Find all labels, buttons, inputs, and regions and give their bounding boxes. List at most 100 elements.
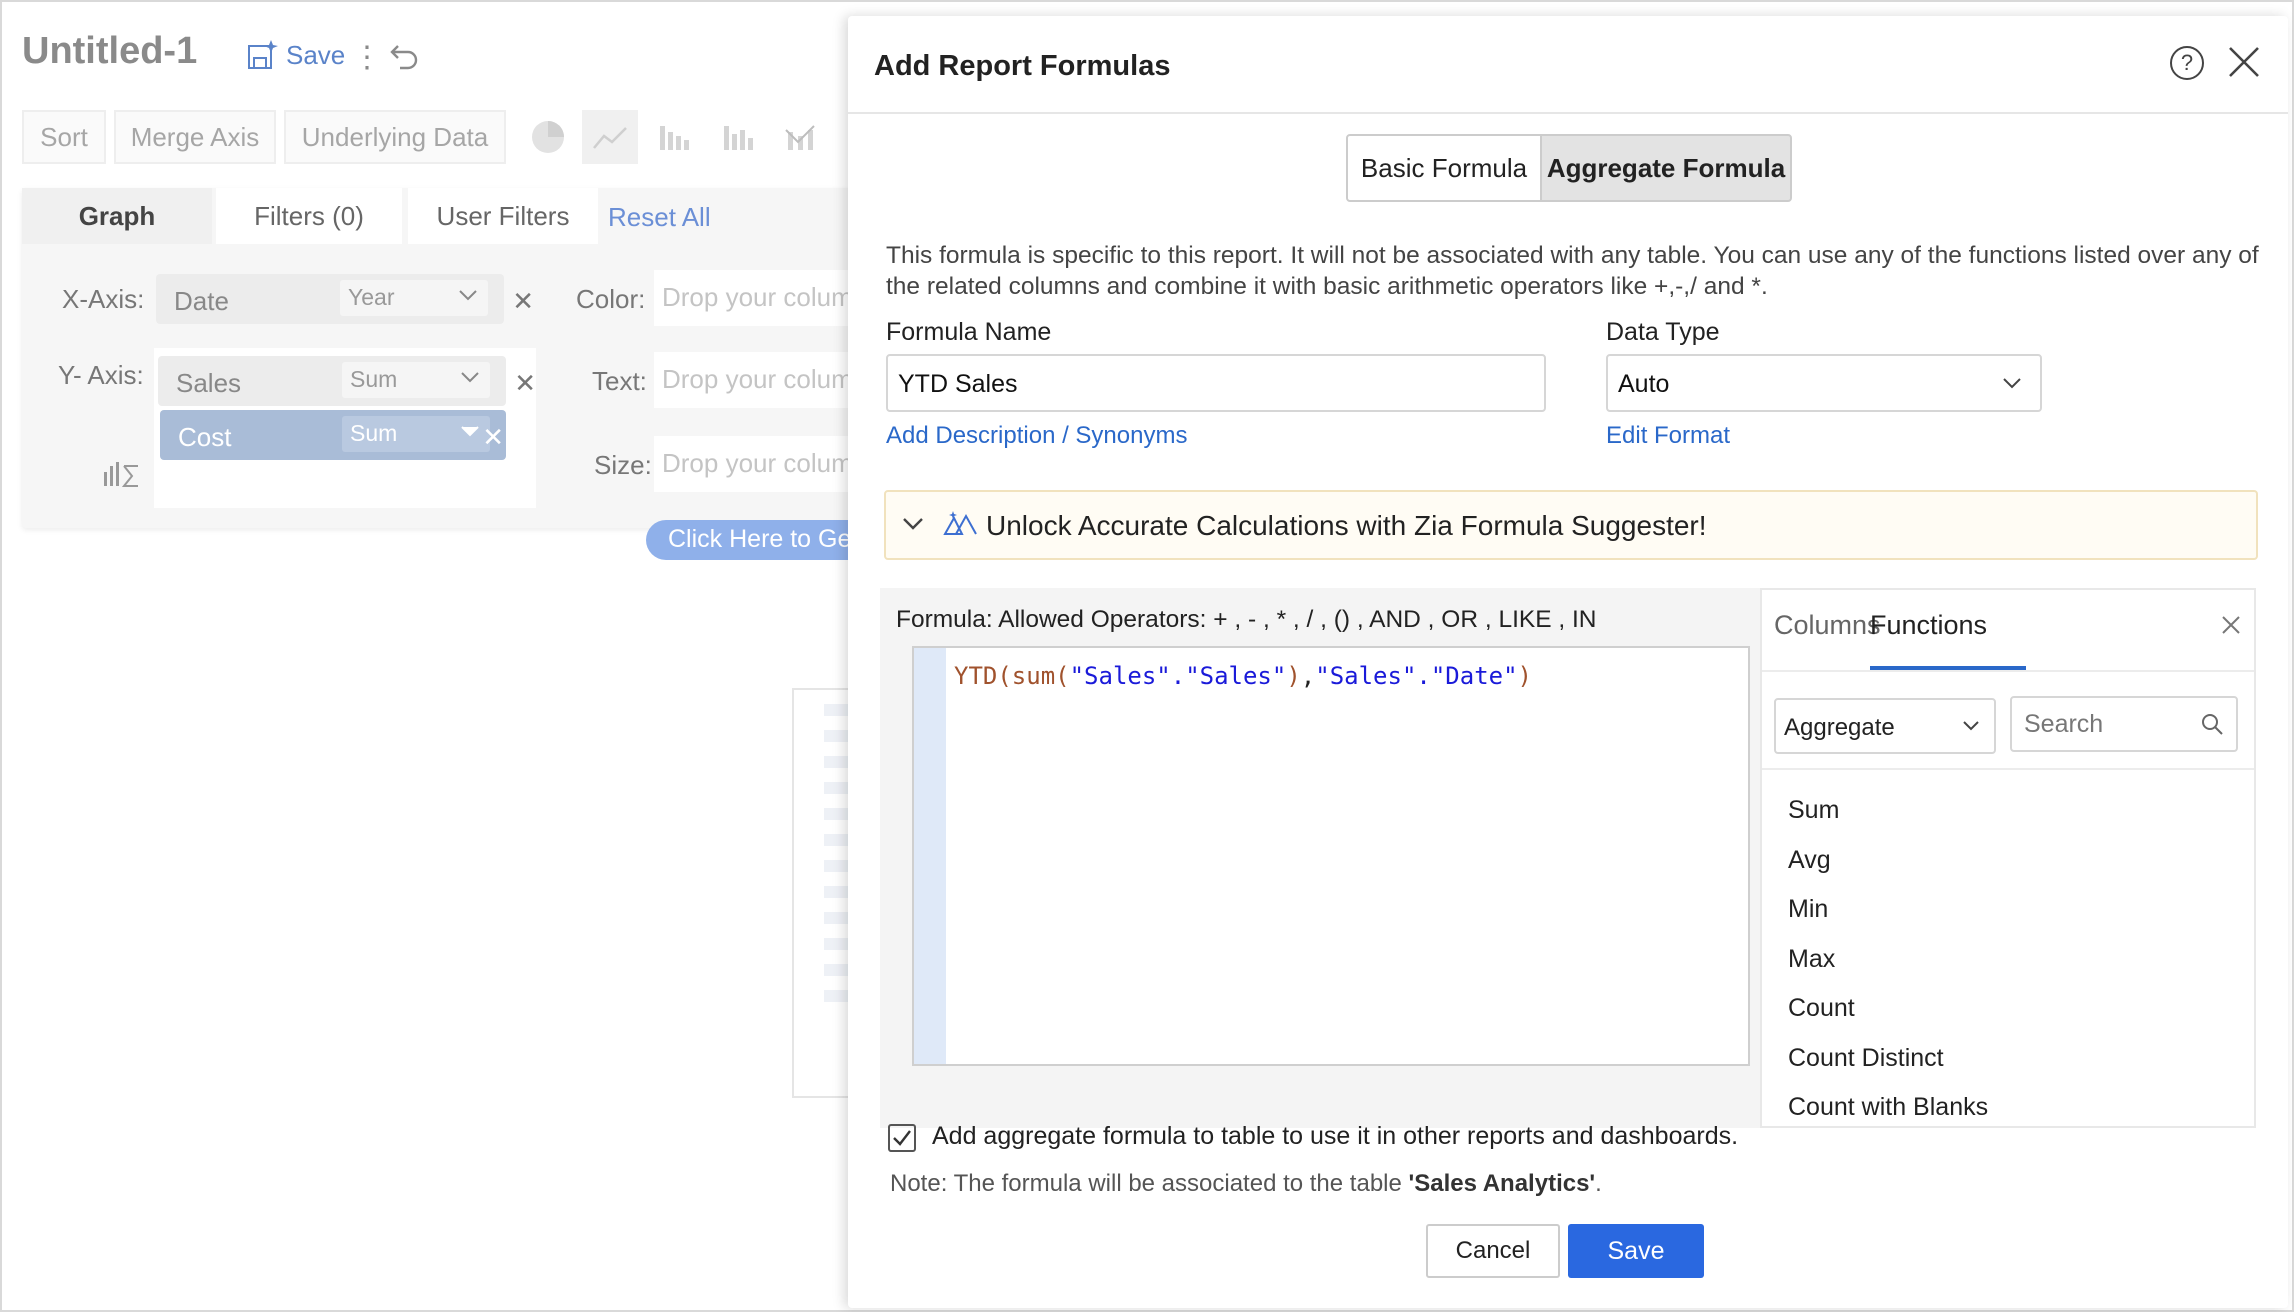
code-token: "Sales"."Date" <box>1315 662 1518 690</box>
function-item-max[interactable]: Max <box>1788 935 2228 985</box>
function-item-avg[interactable]: Avg <box>1788 836 2228 886</box>
divider <box>1762 768 2254 770</box>
function-list: Sum Avg Min Max Count Count Distinct Cou… <box>1788 786 2228 1126</box>
zia-suggester-banner[interactable]: Unlock Accurate Calculations with Zia Fo… <box>884 490 2258 560</box>
function-category-select[interactable]: Aggregate <box>1774 698 1996 754</box>
y-axis-column: Cost <box>178 422 232 452</box>
undo-icon[interactable] <box>388 38 422 72</box>
chevron-down-icon <box>461 426 479 437</box>
x-axis-aggregation-select[interactable]: Year <box>340 280 488 316</box>
formula-editor[interactable]: YTD(sum("Sales"."Sales"),"Sales"."Date") <box>912 646 1750 1066</box>
y-axis-aggregation-value: Sum <box>350 420 398 446</box>
text-dropzone[interactable]: Drop your column <box>654 352 854 408</box>
note-text: . <box>1595 1170 1602 1197</box>
checkmark-icon <box>893 1130 911 1146</box>
tab-user-filters[interactable]: User Filters <box>408 188 598 244</box>
search-icon <box>2202 714 2223 735</box>
formula-editor-panel: Formula: Allowed Operators: + , - , * , … <box>880 588 1780 1128</box>
code-token: , <box>1300 662 1316 690</box>
code-token: YTD( <box>954 662 1012 690</box>
table-association-note: Note: The formula will be associated to … <box>890 1170 1602 1198</box>
chevron-down-icon <box>459 290 477 301</box>
code-token: sum( <box>1011 662 1070 690</box>
y-axis-pill-cost[interactable]: Cost Sum ✕ <box>160 410 506 460</box>
pie-chart-icon[interactable] <box>520 110 576 164</box>
add-description-link[interactable]: Add Description / Synonyms <box>886 422 1187 450</box>
remove-y-axis-icon[interactable]: ✕ <box>514 368 536 399</box>
dialog-title: Add Report Formulas <box>874 50 1171 82</box>
line-chart-icon[interactable] <box>582 110 638 164</box>
remove-y-axis-icon[interactable]: ✕ <box>482 422 504 453</box>
function-item-sum[interactable]: Sum <box>1788 786 2228 836</box>
y-axis-aggregation-select[interactable]: Sum <box>342 362 490 398</box>
y-axis-aggregation-select[interactable]: Sum <box>342 416 490 452</box>
size-dropzone[interactable]: Drop your column <box>654 436 854 492</box>
function-category-value: Aggregate <box>1784 714 1895 741</box>
close-icon[interactable] <box>2220 614 2242 636</box>
zia-banner-text: Unlock Accurate Calculations with Zia Fo… <box>986 510 1707 541</box>
function-item-min[interactable]: Min <box>1788 885 2228 935</box>
formula-name-input[interactable]: YTD Sales <box>886 354 1546 412</box>
x-axis-aggregation-value: Year <box>348 284 395 310</box>
more-options-icon[interactable]: ⋮ <box>352 40 382 75</box>
combo-chart-icon[interactable] <box>772 110 828 164</box>
add-report-formulas-dialog: Add Report Formulas ? Basic Formula Aggr… <box>848 16 2288 1308</box>
text-label: Text: <box>592 366 647 396</box>
function-item-count-with-blanks[interactable]: Count with Blanks <box>1788 1083 2228 1126</box>
edit-format-link[interactable]: Edit Format <box>1606 422 1730 450</box>
sort-button[interactable]: Sort <box>22 110 106 164</box>
search-placeholder: Search <box>2024 710 2104 738</box>
bar-chart-icon[interactable] <box>646 110 702 164</box>
note-table-name: 'Sales Analytics' <box>1408 1170 1596 1197</box>
function-item-count[interactable]: Count <box>1788 984 2228 1034</box>
zia-icon <box>943 511 977 535</box>
data-type-value: Auto <box>1618 370 1670 398</box>
add-to-table-checkbox[interactable] <box>888 1124 916 1152</box>
formula-name-label: Formula Name <box>886 318 1052 346</box>
cancel-button[interactable]: Cancel <box>1426 1224 1560 1278</box>
editor-gutter <box>914 648 946 1064</box>
save-icon <box>248 40 278 69</box>
save-report-button[interactable]: Save <box>246 38 345 72</box>
save-button[interactable]: Save <box>1568 1224 1704 1278</box>
tab-functions[interactable]: Functions <box>1870 610 1987 641</box>
code-token: ) <box>1286 662 1301 690</box>
x-axis-label: X-Axis: <box>62 284 145 314</box>
size-label: Size: <box>594 450 652 480</box>
tab-filters[interactable]: Filters (0) <box>216 188 402 244</box>
tab-aggregate-formula[interactable]: Aggregate Formula <box>1540 134 1792 202</box>
help-icon[interactable]: ? <box>2170 46 2204 80</box>
y-axis-pill-sales[interactable]: Sales Sum ✕ <box>158 356 536 406</box>
data-type-select[interactable]: Auto <box>1606 354 2042 412</box>
chart-placeholder <box>792 688 852 1098</box>
code-token: ) <box>1517 662 1532 690</box>
color-dropzone[interactable]: Drop your column <box>654 270 854 326</box>
underlying-data-button[interactable]: Underlying Data <box>284 110 506 164</box>
x-axis-pill[interactable]: Date Year ✕ <box>156 274 534 324</box>
stacked-bar-chart-icon[interactable] <box>710 110 766 164</box>
aggregate-sigma-icon[interactable] <box>102 458 142 490</box>
tab-graph[interactable]: Graph <box>22 188 212 244</box>
y-axis-aggregation-value: Sum <box>350 366 398 392</box>
data-type-label: Data Type <box>1606 318 1720 346</box>
remove-x-axis-icon[interactable]: ✕ <box>512 286 534 317</box>
close-icon[interactable] <box>2226 44 2262 80</box>
chevron-down-icon <box>461 372 479 383</box>
tab-basic-formula[interactable]: Basic Formula <box>1346 134 1542 202</box>
note-text: Note: The formula will be associated to … <box>890 1170 1409 1197</box>
function-item-count-distinct[interactable]: Count Distinct <box>1788 1034 2228 1084</box>
chevron-down-icon <box>2003 378 2021 389</box>
columns-functions-panel: Columns Functions Aggregate Search Sum A… <box>1760 588 2256 1128</box>
reset-all-link[interactable]: Reset All <box>608 202 711 233</box>
chevron-down-icon[interactable] <box>902 516 924 532</box>
merge-axis-button[interactable]: Merge Axis <box>114 110 276 164</box>
formula-code[interactable]: YTD(sum("Sales"."Sales"),"Sales"."Date") <box>954 662 1532 690</box>
formula-operators-label: Formula: Allowed Operators: + , - , * , … <box>896 606 1597 633</box>
add-to-table-label[interactable]: Add aggregate formula to table to use it… <box>932 1122 1738 1151</box>
function-search-input[interactable]: Search <box>2010 696 2238 752</box>
x-axis-column: Date <box>174 286 229 316</box>
tab-columns[interactable]: Columns <box>1774 610 1881 641</box>
report-title[interactable]: Untitled-1 <box>22 30 197 73</box>
dialog-header: Add Report Formulas ? <box>848 16 2288 114</box>
code-token: "Sales"."Sales" <box>1069 662 1287 690</box>
